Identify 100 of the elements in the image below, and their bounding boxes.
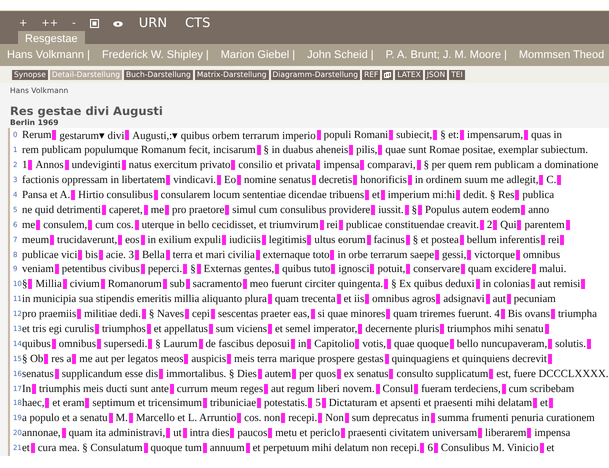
anchor-marker[interactable]	[389, 368, 394, 379]
anchor-marker[interactable]	[544, 324, 549, 334]
anchor-marker[interactable]	[182, 428, 187, 438]
anchor-marker[interactable]	[566, 220, 570, 230]
anchor-marker[interactable]	[370, 264, 374, 274]
anchor-marker[interactable]	[515, 190, 520, 200]
anchor-marker[interactable]	[198, 338, 203, 349]
anchor-marker[interactable]	[32, 384, 36, 394]
anchor-marker[interactable]	[257, 398, 262, 408]
anchor-marker[interactable]	[349, 145, 354, 156]
anchor-marker[interactable]	[262, 234, 266, 245]
anchor-marker[interactable]	[516, 250, 520, 260]
anchor-marker[interactable]	[320, 220, 324, 230]
anchor-marker[interactable]	[560, 234, 564, 245]
anchor-marker[interactable]	[316, 130, 321, 140]
anchor-marker[interactable]	[450, 338, 454, 349]
anchor-marker[interactable]	[376, 384, 380, 394]
anchor-marker[interactable]	[308, 398, 312, 408]
anchor-marker[interactable]	[404, 204, 409, 215]
anchor-marker[interactable]	[94, 324, 99, 334]
anchor-marker[interactable]	[386, 338, 391, 349]
anchor-marker[interactable]	[344, 413, 349, 424]
anchor-marker[interactable]	[210, 309, 215, 320]
anchor-marker[interactable]	[164, 204, 169, 215]
anchor-marker[interactable]	[230, 428, 234, 438]
anchor-marker[interactable]	[264, 384, 268, 394]
anchor-marker[interactable]	[476, 279, 480, 290]
anchor-marker[interactable]	[290, 338, 295, 349]
anchor-marker[interactable]	[340, 428, 345, 438]
anchor-marker[interactable]	[540, 443, 544, 454]
anchor-marker[interactable]	[184, 354, 188, 364]
anchor-marker[interactable]	[88, 220, 92, 230]
anchor-marker[interactable]	[434, 443, 438, 454]
anchor-marker[interactable]	[430, 413, 435, 424]
anchor-marker[interactable]	[246, 443, 250, 454]
anchor-marker[interactable]	[557, 175, 562, 186]
anchor-marker[interactable]	[268, 428, 272, 438]
anchor-marker[interactable]	[45, 398, 50, 408]
anchor-marker[interactable]	[433, 130, 438, 140]
anchor-marker[interactable]	[502, 384, 506, 394]
anchor-marker[interactable]	[275, 264, 280, 274]
anchor-marker[interactable]	[310, 309, 315, 320]
anchor-marker[interactable]	[318, 413, 322, 424]
anchor-marker[interactable]	[227, 354, 232, 364]
anchor-marker[interactable]	[386, 309, 390, 320]
anchor-marker[interactable]	[52, 338, 56, 349]
anchor-marker[interactable]	[186, 279, 190, 290]
anchor-marker[interactable]	[62, 279, 67, 290]
anchor-marker[interactable]	[154, 190, 158, 200]
toolbar-button[interactable]: URN	[130, 16, 176, 31]
anchor-marker[interactable]	[292, 368, 296, 379]
anchor-marker[interactable]	[134, 250, 139, 260]
anchor-marker[interactable]	[125, 130, 130, 140]
anchor-marker[interactable]	[108, 413, 112, 424]
anchor-marker[interactable]	[100, 279, 105, 290]
anchor-marker[interactable]	[506, 294, 511, 304]
anchor-marker[interactable]	[378, 145, 382, 156]
anchor-marker[interactable]	[216, 175, 221, 186]
anchor-marker[interactable]	[540, 234, 545, 245]
anchor-marker[interactable]	[336, 294, 341, 304]
anchor-marker[interactable]	[389, 130, 394, 140]
anchor-marker[interactable]	[456, 190, 460, 200]
anchor-marker[interactable]	[162, 279, 167, 290]
anchor-marker[interactable]	[435, 250, 440, 260]
anchor-marker[interactable]	[281, 413, 286, 424]
anchor-marker[interactable]	[52, 130, 56, 140]
anchor-marker[interactable]	[183, 264, 188, 274]
anchor-marker[interactable]	[322, 398, 326, 408]
anchor-marker[interactable]	[140, 234, 144, 245]
anchor-marker[interactable]	[208, 324, 213, 334]
anchor-marker[interactable]	[166, 250, 170, 260]
anchor-marker[interactable]	[418, 204, 422, 215]
anchor-marker[interactable]	[420, 443, 424, 454]
view-button[interactable]	[382, 70, 394, 80]
anchor-marker[interactable]	[539, 175, 544, 186]
anchor-marker[interactable]	[268, 294, 272, 304]
anchor-marker[interactable]	[586, 338, 591, 349]
anchor-marker[interactable]	[307, 234, 312, 245]
anchor-marker[interactable]	[159, 368, 164, 379]
anchor-marker[interactable]	[533, 398, 538, 408]
anchor-marker[interactable]	[436, 294, 440, 304]
anchor-marker[interactable]	[77, 309, 82, 320]
anchor-marker[interactable]	[64, 160, 69, 170]
anchor-marker[interactable]	[338, 220, 343, 230]
anchor-marker[interactable]	[78, 250, 82, 260]
anchor-marker[interactable]	[380, 190, 385, 200]
anchor-marker[interactable]	[54, 264, 59, 274]
anchor-marker[interactable]	[548, 354, 552, 364]
anchor-marker[interactable]	[460, 130, 464, 140]
anchor-marker[interactable]	[44, 354, 48, 364]
anchor-marker[interactable]	[440, 324, 444, 334]
toolbar-button[interactable]: +	[12, 18, 34, 29]
anchor-marker[interactable]	[478, 428, 482, 438]
anchor-marker[interactable]	[312, 175, 316, 186]
anchor-marker[interactable]	[460, 234, 464, 245]
anchor-marker[interactable]	[258, 368, 262, 379]
anchor-marker[interactable]	[524, 130, 528, 140]
anchor-marker[interactable]	[28, 160, 32, 170]
anchor-marker[interactable]	[331, 264, 336, 274]
anchor-marker[interactable]	[134, 220, 139, 230]
